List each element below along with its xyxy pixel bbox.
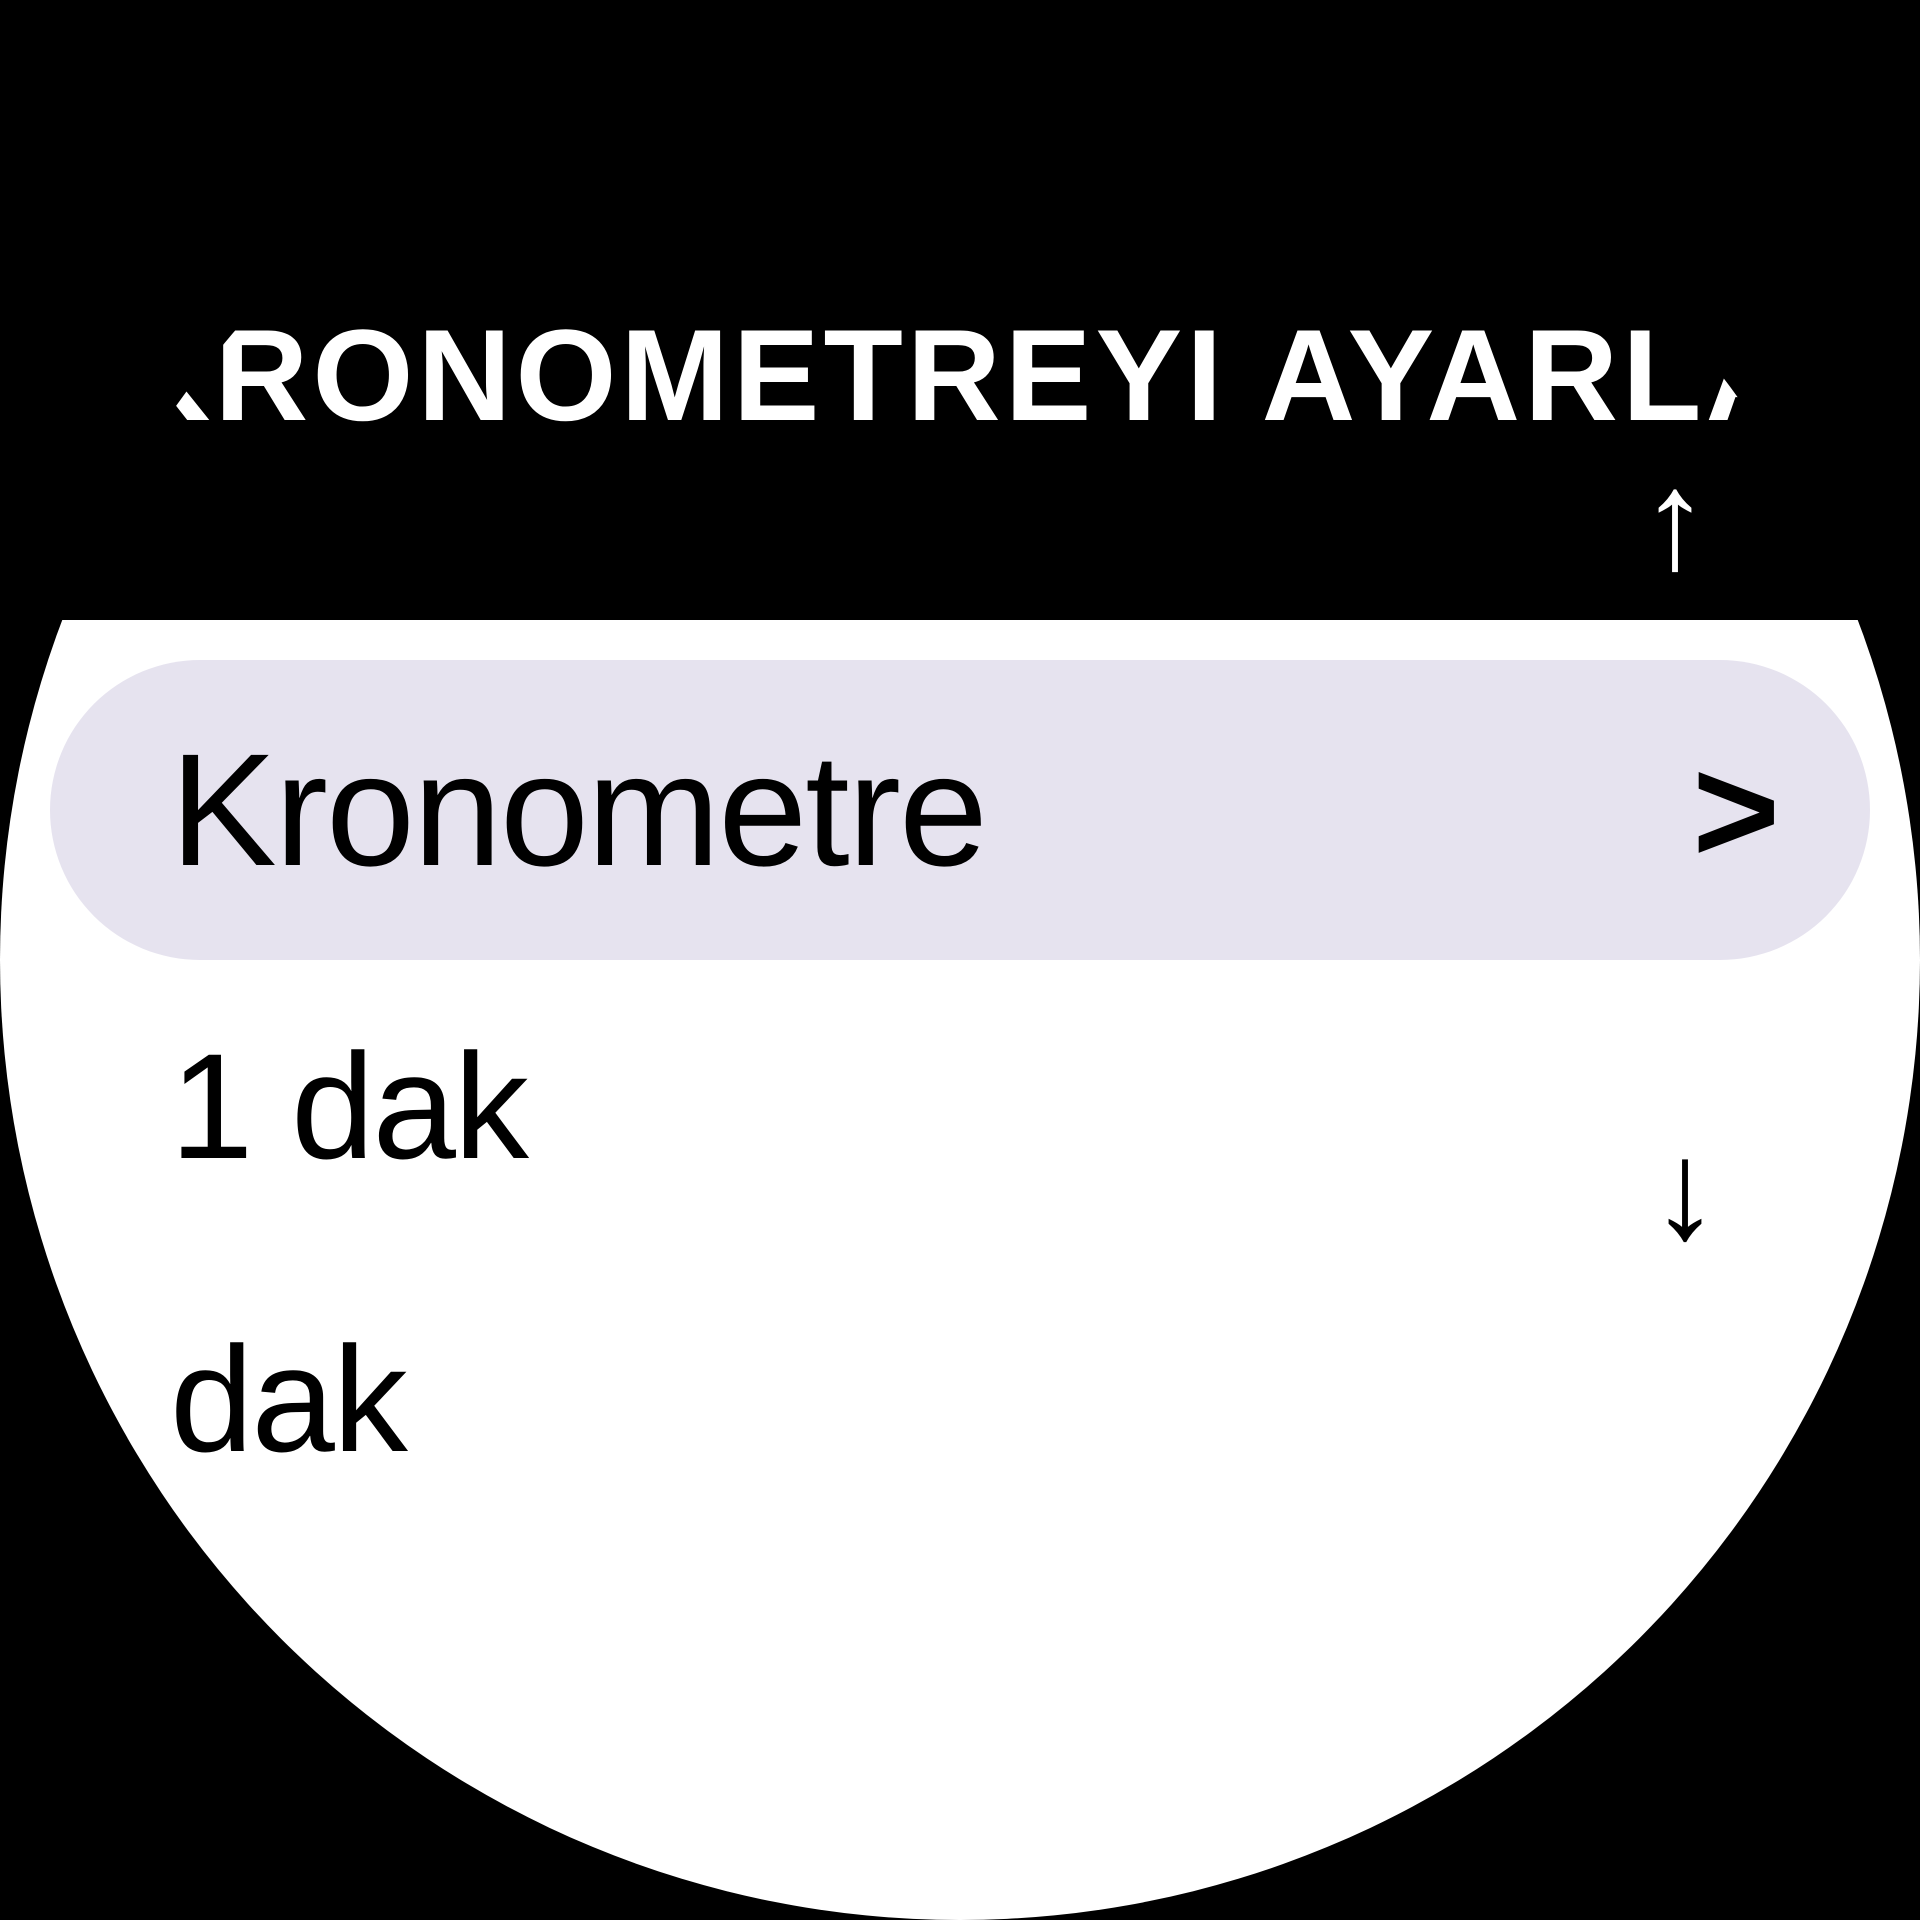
page-title: KRONOMETREYI AYARLA — [117, 300, 1804, 450]
menu-item-dak[interactable]: dak — [50, 1253, 1870, 1546]
menu-item-label: Kronometre — [170, 718, 986, 902]
menu-item-kronometre[interactable]: Kronometre > — [50, 660, 1870, 960]
watch-face: KRONOMETREYI AYARLA ↑ Kronometre > 1 dak… — [0, 0, 1920, 1920]
menu-item-1dak[interactable]: 1 dak — [50, 960, 1870, 1253]
arrow-up-icon[interactable]: ↑ — [1640, 450, 1710, 590]
chevron-right-icon: > — [1692, 735, 1780, 885]
header: KRONOMETREYI AYARLA — [0, 300, 1920, 450]
content-panel: Kronometre > 1 dak dak — [0, 620, 1920, 1920]
arrow-down-icon[interactable]: ↓ — [1650, 1120, 1720, 1260]
menu-item-label: 1 dak — [170, 1020, 527, 1193]
menu-item-label: dak — [170, 1313, 406, 1486]
